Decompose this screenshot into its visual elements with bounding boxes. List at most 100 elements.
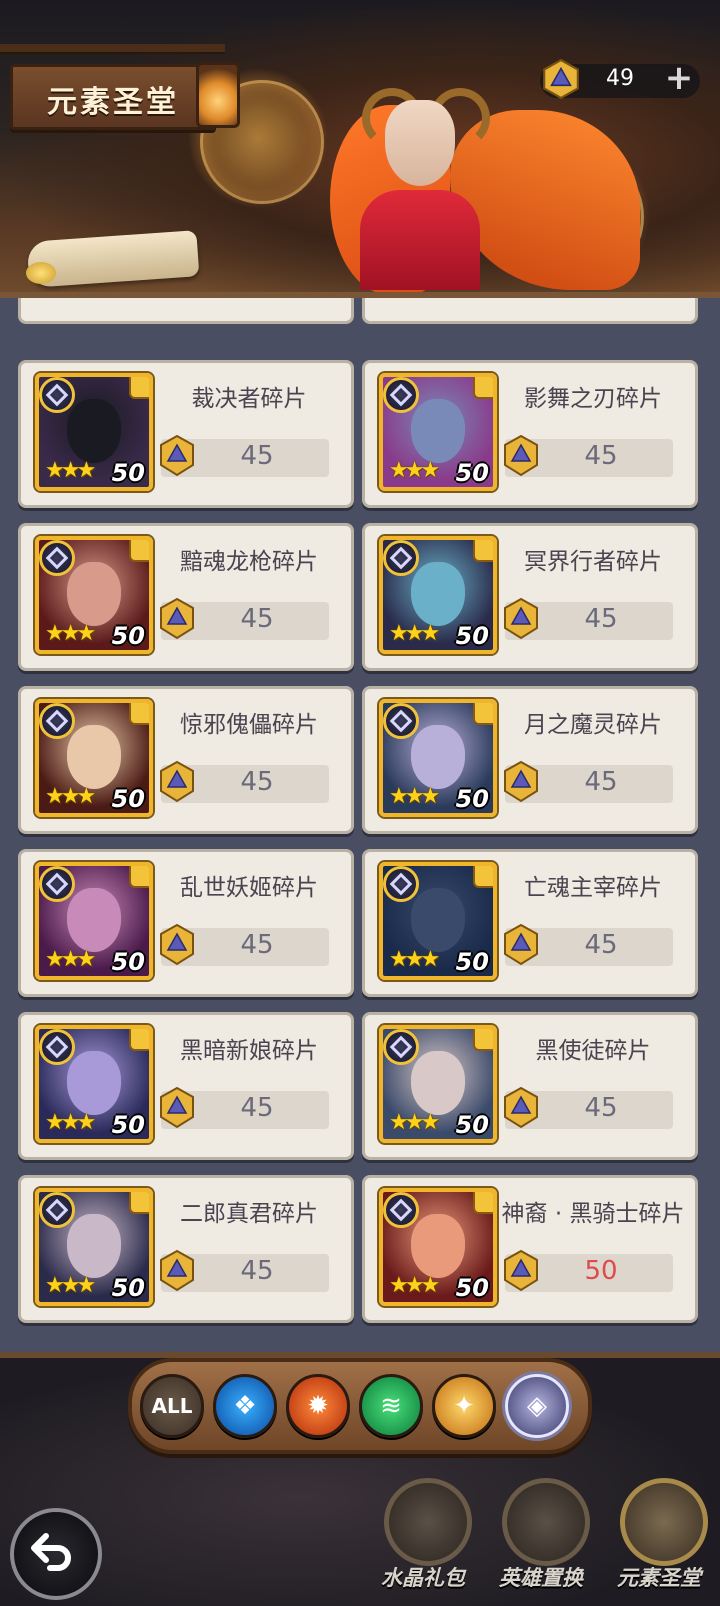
- star-rating: ★★★: [389, 621, 440, 646]
- page-title-plank: 元素圣堂: [10, 64, 216, 130]
- water-element-icon: ❖: [233, 1391, 257, 1421]
- wind-element-icon: ≋: [380, 1391, 402, 1421]
- shard-card[interactable]: ★★★ 50 二郎真君碎片 45: [18, 1175, 354, 1323]
- dark-element-icon: [383, 1029, 419, 1065]
- add-currency-button[interactable]: +: [662, 58, 696, 98]
- shard-name: 黯魂龙枪碎片: [180, 549, 318, 575]
- hero-face: [411, 725, 465, 789]
- hero-level: 50: [111, 1274, 145, 1302]
- shard-puzzle-icon: [475, 540, 493, 560]
- shard-price: 45: [240, 767, 274, 797]
- dark-element-icon: [39, 1192, 75, 1228]
- crystal-gem-icon: [543, 58, 579, 100]
- back-button[interactable]: [10, 1508, 102, 1600]
- hero-portrait: ★★★ 50: [379, 1025, 497, 1143]
- dark-element-icon: [383, 540, 419, 576]
- shard-card[interactable]: ★★★ 50 乱世妖姬碎片 45: [18, 849, 354, 997]
- crystal-gem-icon: [501, 922, 541, 968]
- shard-puzzle-icon: [131, 540, 149, 560]
- crystal-gem-icon: [157, 1248, 197, 1294]
- shard-name: 神裔 · 黑骑士碎片: [501, 1201, 685, 1227]
- shard-price: 45: [240, 441, 274, 471]
- dark-element-icon: [39, 703, 75, 739]
- crystal-pack-icon: [384, 1478, 472, 1566]
- hero-portrait: ★★★ 50: [35, 699, 153, 817]
- hero-face: [67, 562, 121, 626]
- star-rating: ★★★: [389, 458, 440, 483]
- hero-portrait: ★★★ 50: [379, 536, 497, 654]
- shard-card[interactable]: ★★★ 50 月之魔灵碎片 45: [362, 686, 698, 834]
- filter-fire-button[interactable]: ✹: [286, 1374, 350, 1438]
- shard-name: 黑暗新娘碎片: [180, 1038, 318, 1064]
- filter-wind-button[interactable]: ≋: [359, 1374, 423, 1438]
- star-rating: ★★★: [45, 458, 96, 483]
- filter-light-button[interactable]: ✦: [432, 1374, 496, 1438]
- filter-dark-button[interactable]: ◈: [505, 1374, 569, 1438]
- shard-puzzle-icon: [475, 1192, 493, 1212]
- dark-element-icon: [383, 703, 419, 739]
- nav-item-element-sanctum[interactable]: 元素圣堂: [600, 1478, 718, 1600]
- hero-face: [67, 725, 121, 789]
- shard-price: 45: [240, 930, 274, 960]
- hero-level: 50: [111, 1111, 145, 1139]
- star-rating: ★★★: [45, 947, 96, 972]
- shard-card[interactable]: ★★★ 50 冥界行者碎片 45: [362, 523, 698, 671]
- shard-card[interactable]: ★★★ 50 亡魂主宰碎片 45: [362, 849, 698, 997]
- star-rating: ★★★: [389, 1110, 440, 1135]
- light-element-icon: ✦: [453, 1391, 475, 1421]
- filter-water-button[interactable]: ❖: [213, 1374, 277, 1438]
- nav-label: 英雄置换: [499, 1566, 583, 1590]
- hero-level: 50: [455, 1111, 489, 1139]
- shard-puzzle-icon: [131, 1192, 149, 1212]
- nav-item-hero-swap[interactable]: 英雄置换: [482, 1478, 600, 1600]
- shard-name: 惊邪傀儡碎片: [180, 712, 318, 738]
- star-rating: ★★★: [45, 1273, 96, 1298]
- dark-element-icon: [383, 1192, 419, 1228]
- shard-puzzle-icon: [475, 703, 493, 723]
- nav-label: 元素圣堂: [617, 1566, 701, 1590]
- shard-price: 45: [584, 1093, 618, 1123]
- hero-face: [67, 888, 121, 952]
- currency-amount: 49: [606, 66, 634, 91]
- shard-name: 乱世妖姬碎片: [180, 875, 318, 901]
- shard-card[interactable]: ★★★ 50 黑使徒碎片 45: [362, 1012, 698, 1160]
- star-rating: ★★★: [389, 784, 440, 809]
- hero-portrait: ★★★ 50: [35, 373, 153, 491]
- shard-card[interactable]: ★★★ 50 黑暗新娘碎片 45: [18, 1012, 354, 1160]
- hero-level: 50: [111, 459, 145, 487]
- crystal-gem-icon: [501, 433, 541, 479]
- hero-face: [411, 562, 465, 626]
- shard-card[interactable]: ★★★ 50 神裔 · 黑骑士碎片 50: [362, 1175, 698, 1323]
- shard-name: 亡魂主宰碎片: [524, 875, 662, 901]
- hero-body: [360, 190, 480, 290]
- filter-all-button[interactable]: ALL: [140, 1374, 204, 1438]
- shard-card[interactable]: ★★★ 50 影舞之刃碎片 45: [362, 360, 698, 508]
- shard-name: 二郎真君碎片: [180, 1201, 318, 1227]
- shard-puzzle-icon: [131, 377, 149, 397]
- shard-list[interactable]: ★★★ 50 裁决者碎片 45 ★★★ 50 影舞之刃碎片 45 ★★★ 50 黯魂龙枪碎片 45 ★★…: [0, 292, 720, 1358]
- star-rating: ★★★: [45, 621, 96, 646]
- dark-element-icon: [39, 1029, 75, 1065]
- shard-puzzle-icon: [475, 866, 493, 886]
- shard-name: 影舞之刃碎片: [524, 386, 662, 412]
- crystal-gem-icon: [157, 922, 197, 968]
- dark-element-icon: [39, 377, 75, 413]
- hero-portrait: ★★★ 50: [35, 1025, 153, 1143]
- hero-portrait: ★★★ 50: [379, 862, 497, 980]
- element-sanctum-icon: [620, 1478, 708, 1566]
- crystal-gem-icon: [501, 759, 541, 805]
- dark-element-icon: ◈: [527, 1391, 547, 1421]
- shard-name: 冥界行者碎片: [524, 549, 662, 575]
- shard-card[interactable]: ★★★ 50 裁决者碎片 45: [18, 360, 354, 508]
- star-rating: ★★★: [389, 947, 440, 972]
- hero-level: 50: [455, 622, 489, 650]
- crystal-gem-icon: [501, 596, 541, 642]
- shard-price: 45: [584, 604, 618, 634]
- shard-card[interactable]: ★★★ 50 黯魂龙枪碎片 45: [18, 523, 354, 671]
- nav-item-crystal-pack[interactable]: 水晶礼包: [364, 1478, 482, 1600]
- hero-level: 50: [111, 785, 145, 813]
- shard-card[interactable]: ★★★ 50 惊邪傀儡碎片 45: [18, 686, 354, 834]
- page-title: 元素圣堂: [47, 85, 179, 120]
- shard-price: 45: [240, 1093, 274, 1123]
- lantern-icon: [196, 62, 240, 128]
